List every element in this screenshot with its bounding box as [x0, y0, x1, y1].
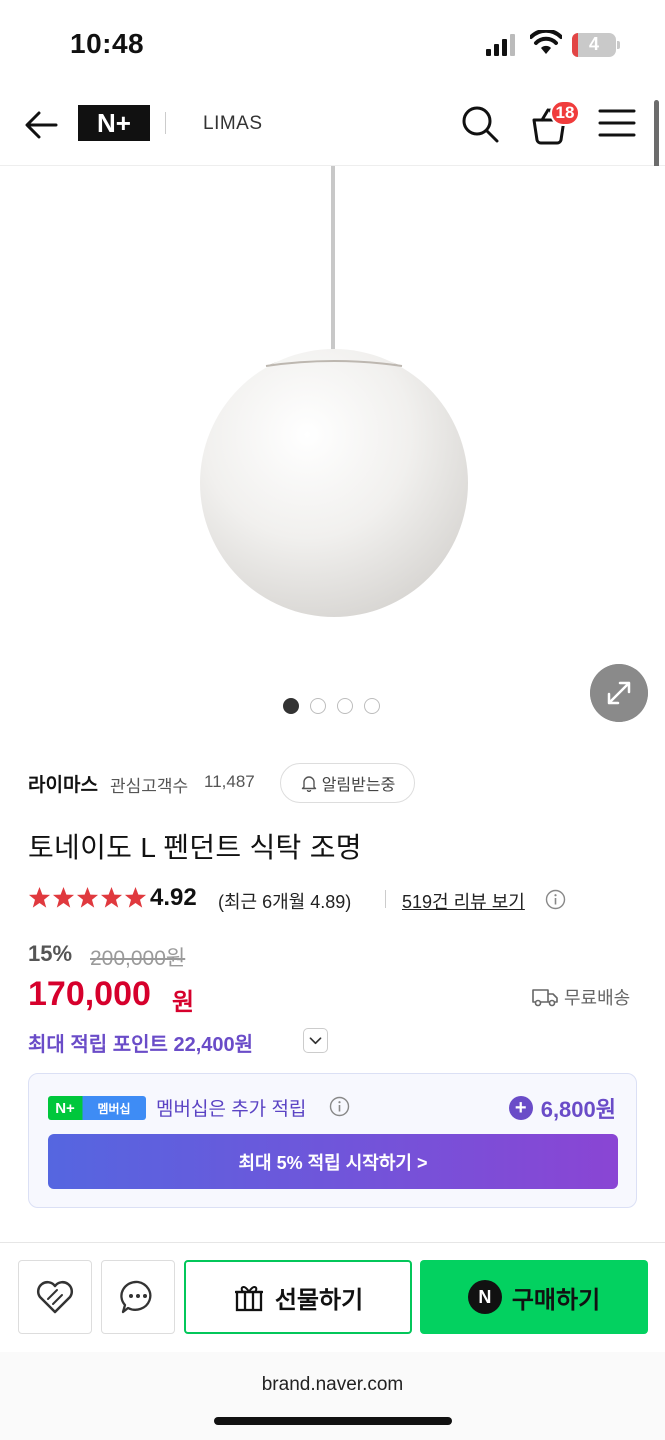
back-arrow-icon[interactable]: [22, 106, 60, 144]
buy-button[interactable]: N 구매하기: [420, 1260, 648, 1334]
star-icon: [76, 886, 99, 908]
pendant-lamp-image: [200, 166, 468, 617]
membership-bonus: + 6,800원: [508, 1092, 616, 1124]
star-rating: [28, 886, 147, 914]
truck-icon: [532, 989, 558, 1007]
star-icon: [124, 886, 147, 908]
pagination-dot[interactable]: [337, 698, 353, 714]
rating-divider: [385, 890, 386, 908]
chevron-down-icon[interactable]: [303, 1028, 328, 1053]
image-pagination: [283, 698, 380, 716]
header-divider: [165, 112, 166, 134]
battery-level: 4: [588, 34, 599, 54]
product-image[interactable]: [0, 166, 665, 741]
max-points: 최대 적립 포인트 22,400원: [28, 1034, 254, 1056]
plus-circle-icon: +: [508, 1096, 533, 1120]
chat-button[interactable]: [101, 1260, 175, 1334]
brand-name[interactable]: LIMAS: [203, 113, 263, 135]
info-icon[interactable]: [545, 889, 566, 910]
heart-icon: [37, 1281, 73, 1314]
membership-badge: N+ 멤버십: [48, 1096, 146, 1120]
product-title: 토네이도 L 펜던트 식탁 조명: [28, 832, 362, 863]
home-indicator[interactable]: [214, 1417, 452, 1425]
url-text[interactable]: brand.naver.com: [0, 1374, 665, 1396]
star-icon: [28, 886, 51, 908]
cellular-signal-icon: [486, 34, 515, 56]
rating-score: 4.92: [150, 884, 197, 911]
membership-badge-label: 멤버십: [97, 1101, 131, 1116]
discount-rate: 15%: [28, 941, 73, 966]
sale-currency: 원: [172, 989, 195, 1016]
wishlist-button[interactable]: [18, 1260, 92, 1334]
follower-label: 관심고객수: [110, 777, 189, 796]
gift-button[interactable]: 선물하기: [184, 1260, 412, 1334]
status-time: 10:48: [70, 28, 145, 59]
notify-button[interactable]: 알림받는중: [280, 763, 415, 803]
star-icon: [52, 886, 75, 908]
follower-count: 11,487: [204, 772, 255, 791]
bottom-action-bar: 선물하기 N 구매하기: [0, 1242, 665, 1352]
nplus-logo[interactable]: N+: [78, 105, 150, 141]
free-shipping: 무료배송: [532, 984, 630, 1010]
pagination-dot[interactable]: [283, 698, 299, 714]
review-link[interactable]: 519건 리뷰 보기: [402, 888, 525, 914]
chat-bubble-icon: [120, 1280, 152, 1314]
expand-icon[interactable]: [590, 664, 648, 722]
wifi-icon: [530, 30, 562, 54]
membership-badge-n: N+: [55, 1099, 75, 1117]
cart-count-badge: 18: [550, 100, 580, 126]
seller-name[interactable]: 라이마스: [28, 770, 98, 797]
naver-pay-icon: N: [467, 1280, 502, 1314]
original-price: 200,000원: [90, 947, 186, 970]
membership-bonus-amount: 6,800원: [540, 1097, 616, 1122]
star-icon: [100, 886, 123, 908]
membership-box: N+ 멤버십 멤버십은 추가 적립 + 6,800원 최대 5% 적립 시작하기…: [28, 1073, 637, 1208]
shipping-label: 무료배송: [564, 988, 631, 1008]
bell-icon: [301, 776, 316, 792]
membership-text: 멤버십은 추가 적립: [156, 1099, 307, 1120]
rating-recent: (최근 6개월 4.89): [218, 892, 352, 912]
membership-start-button[interactable]: 최대 5% 적립 시작하기 >: [48, 1134, 618, 1189]
buy-label: 구매하기: [511, 1286, 601, 1314]
sale-price: 170,000: [28, 975, 151, 1013]
browser-url-bar: brand.naver.com: [0, 1352, 665, 1440]
info-icon[interactable]: [329, 1096, 350, 1117]
battery-icon: 4: [572, 33, 620, 57]
menu-icon[interactable]: [598, 108, 636, 138]
pagination-dot[interactable]: [310, 698, 326, 714]
search-icon[interactable]: [460, 104, 500, 144]
gift-label: 선물하기: [274, 1286, 364, 1314]
status-bar: 10:48 4: [0, 0, 665, 88]
pagination-dot[interactable]: [364, 698, 380, 714]
app-header: N+ LIMAS 18: [0, 88, 665, 166]
notify-label: 알림받는중: [321, 777, 396, 794]
gift-icon: [234, 1286, 263, 1312]
